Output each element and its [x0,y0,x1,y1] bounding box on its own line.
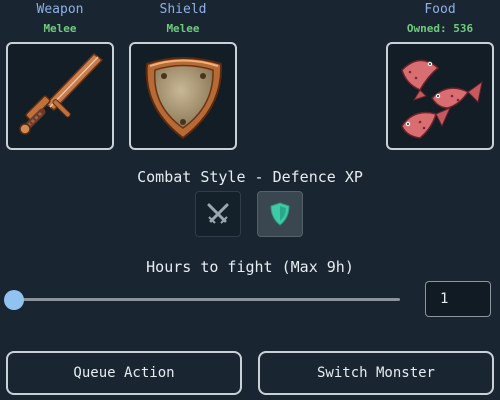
weapon-title: Weapon [36,2,84,17]
shield-subtitle: Melee [166,22,200,35]
hours-slider-thumb[interactable] [4,290,24,310]
switch-monster-button[interactable]: Switch Monster [258,351,494,395]
bronze-sword-icon [19,53,104,135]
hours-input[interactable] [425,281,491,317]
weapon-subtitle: Melee [43,22,77,35]
style-attack-button[interactable] [195,191,241,237]
weapon-slot: Weapon Melee [6,2,114,152]
food-item-box[interactable] [386,42,494,150]
shield-title: Shield [159,2,207,17]
hours-slider-track[interactable] [12,298,400,301]
crossed-swords-icon [207,203,229,224]
bronze-shield-icon [145,57,223,140]
shield-icon [270,202,290,226]
hours-heading: Hours to fight (Max 9h) [146,258,354,276]
food-owned-count: Owned: 536 [406,22,474,35]
shield-item-box[interactable] [129,42,237,150]
queue-action-button[interactable]: Queue Action [6,351,242,395]
shield-slot: Shield Melee [129,2,237,152]
food-title: Food [424,2,456,17]
food-slot: Food Owned: 536 [386,2,494,152]
style-defence-button[interactable] [257,191,303,237]
weapon-item-box[interactable] [6,42,114,150]
fish-icon [401,59,483,139]
combat-style-heading: Combat Style - Defence XP [137,168,363,186]
